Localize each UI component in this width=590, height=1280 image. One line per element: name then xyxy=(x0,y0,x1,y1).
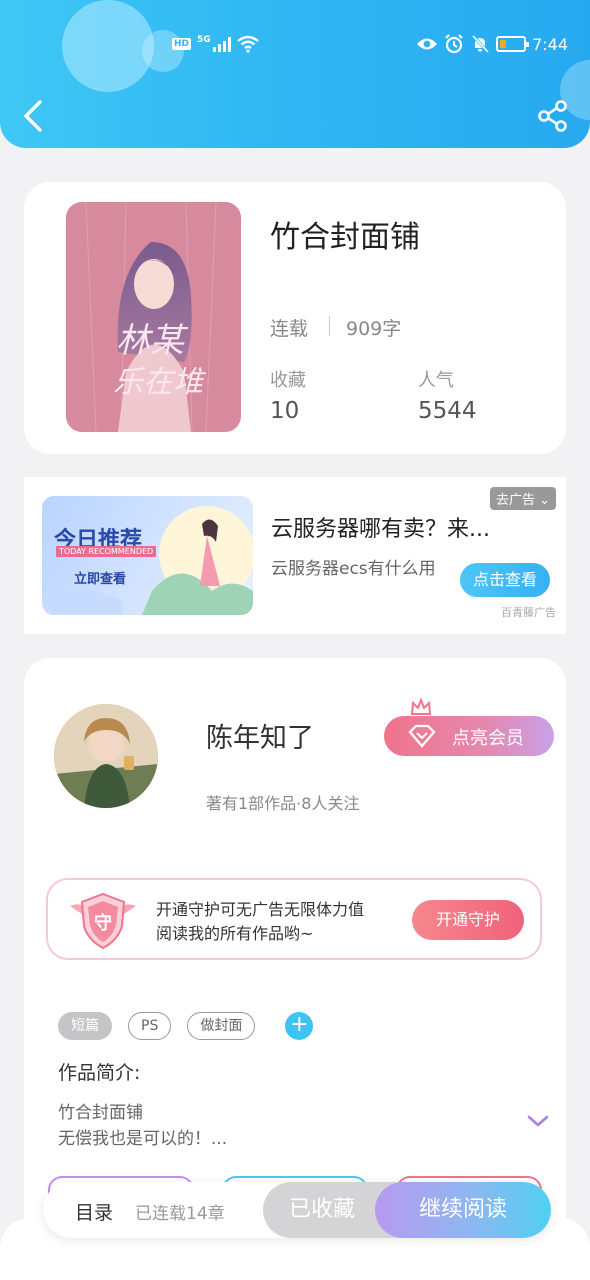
activate-vip-button[interactable]: 点亮会员 xyxy=(384,698,554,756)
svg-text:守: 守 xyxy=(94,912,112,934)
intro-text: 竹合封面铺 无偿我也是可以的！... xyxy=(58,1100,227,1152)
ad-image-cta: 立即查看 xyxy=(74,572,127,587)
intro-line1: 竹合封面铺 xyxy=(58,1103,143,1123)
guard-text-line2: 阅读我的所有作品哟~ xyxy=(156,924,314,943)
author-meta: 著有1部作品·8人关注 xyxy=(206,794,360,813)
favorited-label: 已收藏 xyxy=(288,1197,355,1222)
chevron-down-icon[interactable] xyxy=(526,1112,550,1130)
battery-icon xyxy=(496,36,530,52)
tag[interactable]: 做封面 xyxy=(187,1012,256,1040)
chapter-count[interactable]: 已连载14章 xyxy=(135,1199,225,1224)
book-info-card: 林某 乐在堆 竹合封面铺 连载 909字 收藏 10 人气 5544 xyxy=(24,182,566,454)
remove-ad-label: 去广告 xyxy=(495,493,535,508)
cover-illustration: 林某 乐在堆 xyxy=(66,202,241,432)
cover-title-line2: 乐在堆 xyxy=(113,365,207,400)
ad-view-button[interactable]: 点击查看 xyxy=(460,563,550,597)
tag[interactable]: PS xyxy=(128,1012,172,1040)
eye-icon xyxy=(417,38,438,50)
guard-description: 开通守护可无广告无限体力值 阅读我的所有作品哟~ xyxy=(156,898,364,946)
bottom-action-bar: 目录 已连载14章 已收藏 继续阅读 xyxy=(43,1182,551,1238)
favorites-value: 10 xyxy=(270,398,300,424)
guard-text-line1: 开通守护可无广告无限体力值 xyxy=(156,900,365,919)
book-cover[interactable]: 林某 乐在堆 xyxy=(66,202,241,432)
hd-icon: HD xyxy=(172,38,192,50)
clock: 7:44 xyxy=(532,34,568,54)
ad-banner[interactable]: 今日推荐 TODAY RECOMMENDED 立即查看 去广告 ⌄ 云服务器哪有… xyxy=(24,477,566,634)
continue-reading-button[interactable]: 继续阅读 xyxy=(375,1182,551,1238)
status-bar-left: HD 5G xyxy=(172,30,259,58)
wifi-icon xyxy=(236,35,259,53)
favorites-label: 收藏 xyxy=(270,370,306,391)
tag[interactable]: 短篇 xyxy=(58,1012,112,1040)
network-type: 5G xyxy=(197,35,211,45)
book-status: 连载 xyxy=(270,318,309,340)
ad-image[interactable]: 今日推荐 TODAY RECOMMENDED 立即查看 xyxy=(42,496,253,615)
back-icon[interactable] xyxy=(20,98,48,134)
status-bar-right: 7:44 xyxy=(416,30,568,58)
book-title: 竹合封面铺 xyxy=(270,220,420,255)
guard-promo: 守 开通守护可无广告无限体力值 阅读我的所有作品哟~ 开通守护 xyxy=(46,878,542,960)
ad-title[interactable]: 云服务器哪有卖？来... xyxy=(271,511,490,543)
ad-source: 百青藤广告 xyxy=(501,606,556,619)
ad-image-subtitle: TODAY RECOMMENDED xyxy=(56,546,157,557)
chevron-down-icon: ⌄ xyxy=(539,493,550,508)
popularity-label: 人气 xyxy=(418,370,454,391)
intro-label: 作品简介: xyxy=(58,1062,141,1084)
top-header: HD 5G 7:44 xyxy=(0,0,590,148)
ad-description: 云服务器ecs有什么用 xyxy=(271,559,436,579)
toc-button[interactable]: 目录 xyxy=(75,1198,113,1225)
decor-bubble xyxy=(62,0,154,92)
activate-guard-button[interactable]: 开通守护 xyxy=(412,900,524,940)
signal-icon xyxy=(212,36,231,52)
add-tag-icon[interactable]: + xyxy=(285,1012,314,1040)
tag-list: 短篇 PS 做封面 + xyxy=(58,1012,314,1040)
popularity-value: 5544 xyxy=(418,398,477,424)
remove-ad-button[interactable]: 去广告 ⌄ xyxy=(489,487,556,510)
divider xyxy=(329,316,330,336)
mute-icon xyxy=(471,34,490,54)
shield-icon: 守 xyxy=(70,892,136,950)
word-count: 909字 xyxy=(346,318,402,340)
alarm-icon xyxy=(445,34,463,54)
cover-title-line1: 林某 xyxy=(116,321,189,361)
crown-icon xyxy=(410,698,432,715)
avatar[interactable] xyxy=(54,704,158,808)
diamond-icon xyxy=(408,724,436,748)
author-name: 陈年知了 xyxy=(206,723,314,754)
share-icon[interactable] xyxy=(538,100,568,132)
intro-line2: 无偿我也是可以的！... xyxy=(58,1129,228,1149)
vip-button-label: 点亮会员 xyxy=(452,728,524,749)
